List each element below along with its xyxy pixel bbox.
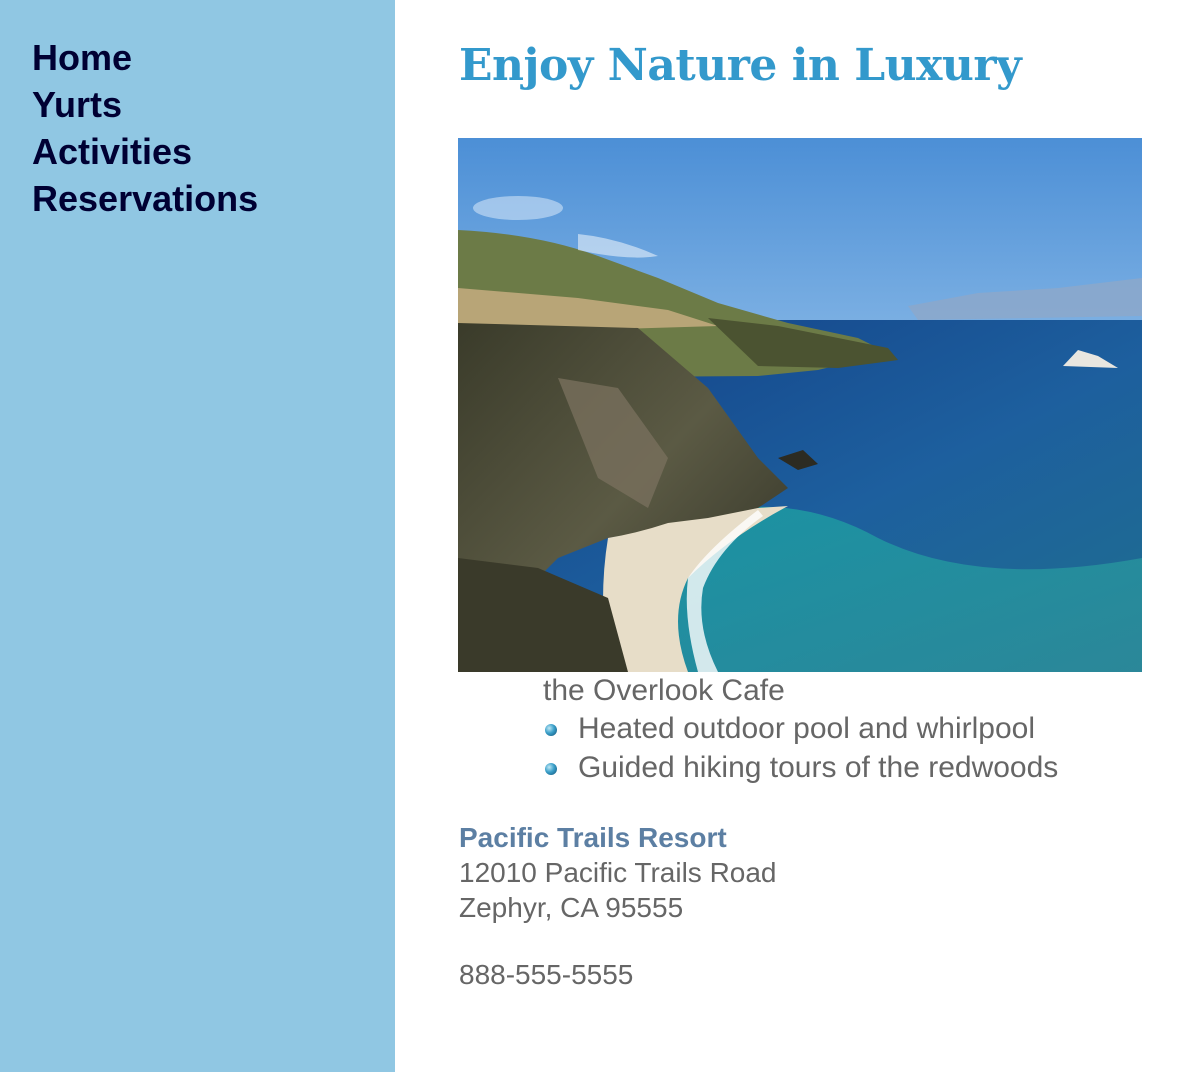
phone-number: 888-555-5555 <box>459 959 634 990</box>
address-street: 12010 Pacific Trails Road <box>459 857 777 888</box>
address-city: Zephyr, CA 95555 <box>459 892 684 923</box>
caption-text: the Overlook Cafe <box>543 674 785 707</box>
nav-list: Home Yurts Activities Reservations <box>32 34 258 222</box>
main-content: Enjoy Nature in Luxury the Overlook Cafe… <box>395 0 1178 1072</box>
nav-link-reservations[interactable]: Reservations <box>32 175 258 222</box>
list-item: Heated outdoor pool and whirlpool <box>543 709 1058 748</box>
bullet-icon <box>545 724 557 736</box>
list-item: Guided hiking tours of the redwoods <box>543 748 1058 787</box>
nav-item-yurts: Yurts <box>32 81 258 128</box>
nav-link-yurts[interactable]: Yurts <box>32 81 258 128</box>
resort-name: Pacific Trails Resort <box>459 822 727 853</box>
feature-text: Heated outdoor pool and whirlpool <box>578 712 1035 745</box>
features-list: Heated outdoor pool and whirlpool Guided… <box>543 709 1058 787</box>
nav-item-activities: Activities <box>32 128 258 175</box>
page-title: Enjoy Nature in Luxury <box>459 40 1022 91</box>
nav-link-activities[interactable]: Activities <box>32 128 258 175</box>
feature-text: Guided hiking tours of the redwoods <box>578 751 1059 784</box>
bullet-icon <box>545 763 557 775</box>
nav-link-home[interactable]: Home <box>32 34 258 81</box>
nav-item-home: Home <box>32 34 258 81</box>
coastline-photo <box>458 138 1142 672</box>
nav-item-reservations: Reservations <box>32 175 258 222</box>
sidebar-nav: Home Yurts Activities Reservations <box>0 0 395 1072</box>
